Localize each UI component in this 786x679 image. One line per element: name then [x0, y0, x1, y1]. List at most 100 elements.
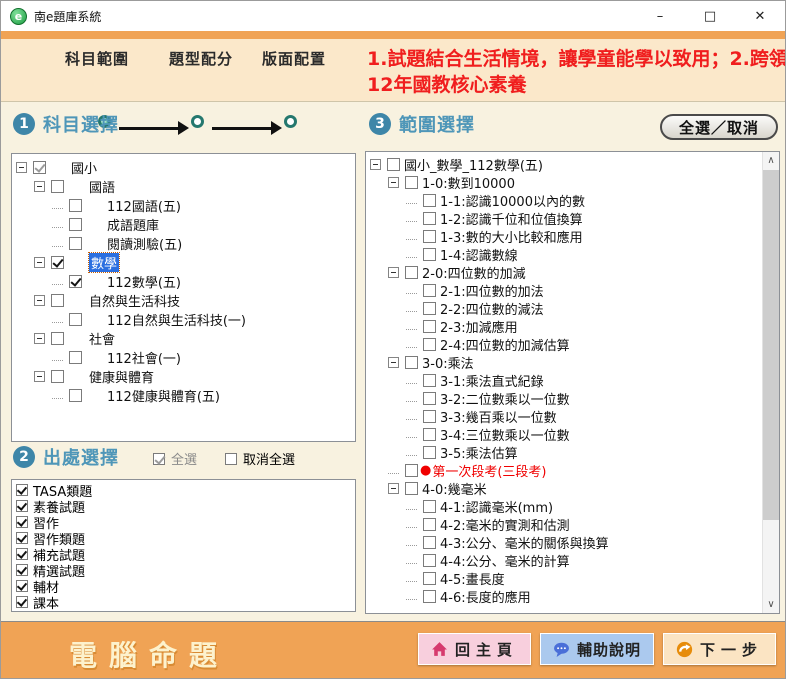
source-list-item[interactable]: 輔材	[12, 578, 355, 594]
tree-checkbox[interactable]	[423, 194, 436, 207]
source-list-item[interactable]: 精選試題	[12, 562, 355, 578]
deselect-all-checkbox[interactable]	[225, 453, 237, 465]
collapse-minus-icon[interactable]	[388, 357, 399, 368]
tree-checkbox[interactable]	[423, 572, 436, 585]
tree-checkbox[interactable]	[423, 230, 436, 243]
tree-node[interactable]: 4-2:毫米的實測和估測	[366, 515, 763, 533]
tree-checkbox[interactable]	[423, 338, 436, 351]
tree-node[interactable]: 1-2:認識千位和位值換算	[366, 209, 763, 227]
select-all-checkbox[interactable]	[153, 453, 165, 465]
collapse-minus-icon[interactable]	[34, 371, 45, 382]
tree-node[interactable]: 國小_數學_112數學(五)	[366, 155, 763, 173]
tree-checkbox[interactable]	[423, 284, 436, 297]
select-toggle-button[interactable]: 全選／取消	[660, 114, 778, 140]
collapse-minus-icon[interactable]	[388, 267, 399, 278]
source-checkbox[interactable]	[16, 500, 28, 512]
tree-checkbox[interactable]	[423, 446, 436, 459]
tree-node[interactable]: 3-1:乘法直式紀錄	[366, 371, 763, 389]
source-checkbox[interactable]	[16, 484, 28, 496]
tree-node[interactable]: 1-4:認識數線	[366, 245, 763, 263]
close-icon[interactable]: ✕	[735, 1, 785, 31]
tree-node[interactable]: 3-0:乘法	[366, 353, 763, 371]
tree-checkbox[interactable]	[423, 518, 436, 531]
tree-checkbox[interactable]	[69, 313, 82, 326]
tree-node[interactable]: 社會	[12, 329, 355, 348]
tree-checkbox[interactable]	[423, 536, 436, 549]
collapse-minus-icon[interactable]	[34, 257, 45, 268]
tree-node[interactable]: 2-0:四位數的加減	[366, 263, 763, 281]
tree-node[interactable]: 1-1:認識10000以內的數	[366, 191, 763, 209]
tree-node[interactable]: 3-4:三位數乘以一位數	[366, 425, 763, 443]
tree-checkbox[interactable]	[51, 370, 64, 383]
tree-checkbox[interactable]	[405, 266, 418, 279]
tree-checkbox[interactable]	[33, 161, 46, 174]
tree-checkbox[interactable]	[423, 392, 436, 405]
tree-checkbox[interactable]	[405, 482, 418, 495]
tree-checkbox[interactable]	[51, 256, 64, 269]
collapse-minus-icon[interactable]	[370, 159, 381, 170]
tree-node[interactable]: 112數學(五)	[12, 272, 355, 291]
collapse-minus-icon[interactable]	[34, 295, 45, 306]
tree-node[interactable]: 1-0:數到10000	[366, 173, 763, 191]
tree-node[interactable]: 4-4:公分、毫米的計算	[366, 551, 763, 569]
tree-node[interactable]: 4-1:認識毫米(mm)	[366, 497, 763, 515]
tree-checkbox[interactable]	[423, 302, 436, 315]
tree-node[interactable]: 自然與生活科技	[12, 291, 355, 310]
chevron-down-icon[interactable]: ∨	[763, 596, 779, 613]
tree-checkbox[interactable]	[423, 374, 436, 387]
source-checkbox[interactable]	[16, 564, 28, 576]
tree-checkbox[interactable]	[423, 212, 436, 225]
tree-node[interactable]: 1-3:數的大小比較和應用	[366, 227, 763, 245]
collapse-minus-icon[interactable]	[34, 333, 45, 344]
source-checkbox[interactable]	[16, 532, 28, 544]
collapse-minus-icon[interactable]	[388, 483, 399, 494]
source-checkbox[interactable]	[16, 516, 28, 528]
maximize-icon[interactable]: □	[685, 1, 735, 31]
source-list-item[interactable]: 課本	[12, 594, 355, 610]
tree-node[interactable]: 112國語(五)	[12, 196, 355, 215]
scrollbar-thumb[interactable]	[763, 170, 779, 520]
tree-checkbox[interactable]	[69, 237, 82, 250]
tree-node[interactable]: 健康與體育	[12, 367, 355, 386]
tree-node[interactable]: 112社會(一)	[12, 348, 355, 367]
tree-checkbox[interactable]	[423, 410, 436, 423]
tree-node[interactable]: 數學	[12, 253, 355, 272]
tree-node[interactable]: 4-3:公分、毫米的關係與換算	[366, 533, 763, 551]
tree-checkbox[interactable]	[51, 332, 64, 345]
tree-node[interactable]: 3-2:二位數乘以一位數	[366, 389, 763, 407]
tree-checkbox[interactable]	[51, 180, 64, 193]
tree-node[interactable]: 112健康與體育(五)	[12, 386, 355, 405]
tree-checkbox[interactable]	[405, 176, 418, 189]
tree-node[interactable]: 3-3:幾百乘以一位數	[366, 407, 763, 425]
tree-checkbox[interactable]	[423, 590, 436, 603]
tree-node[interactable]: 4-5:畫長度	[366, 569, 763, 587]
tree-node[interactable]: 3-5:乘法估算	[366, 443, 763, 461]
tree-checkbox[interactable]	[423, 554, 436, 567]
tree-checkbox[interactable]	[69, 218, 82, 231]
help-button[interactable]: 輔助說明	[540, 633, 654, 665]
chevron-up-icon[interactable]: ∧	[763, 152, 779, 169]
scrollbar[interactable]: ∧ ∨	[762, 152, 779, 613]
tree-checkbox[interactable]	[423, 248, 436, 261]
home-button[interactable]: 回主頁	[418, 633, 531, 665]
minimize-icon[interactable]: –	[635, 1, 685, 31]
tree-checkbox[interactable]	[405, 464, 418, 477]
tree-node[interactable]: 4-0:幾毫米	[366, 479, 763, 497]
tree-checkbox[interactable]	[69, 275, 82, 288]
source-checkbox[interactable]	[16, 548, 28, 560]
tree-checkbox[interactable]	[69, 351, 82, 364]
tree-node[interactable]: 2-3:加減應用	[366, 317, 763, 335]
tree-node[interactable]: 2-4:四位數的加減估算	[366, 335, 763, 353]
tree-node[interactable]: ●第一次段考(三段考)	[366, 461, 763, 479]
source-checkbox[interactable]	[16, 580, 28, 592]
collapse-minus-icon[interactable]	[34, 181, 45, 192]
tree-checkbox[interactable]	[423, 320, 436, 333]
collapse-minus-icon[interactable]	[16, 162, 27, 173]
tree-node[interactable]: 2-2:四位數的減法	[366, 299, 763, 317]
tree-node[interactable]: 112自然與生活科技(一)	[12, 310, 355, 329]
tree-node[interactable]: 4-6:長度的應用	[366, 587, 763, 605]
source-checkbox[interactable]	[16, 596, 28, 608]
tree-node[interactable]: 國小	[12, 158, 355, 177]
next-button[interactable]: 下一步	[663, 633, 776, 665]
tree-node[interactable]: 2-1:四位數的加法	[366, 281, 763, 299]
